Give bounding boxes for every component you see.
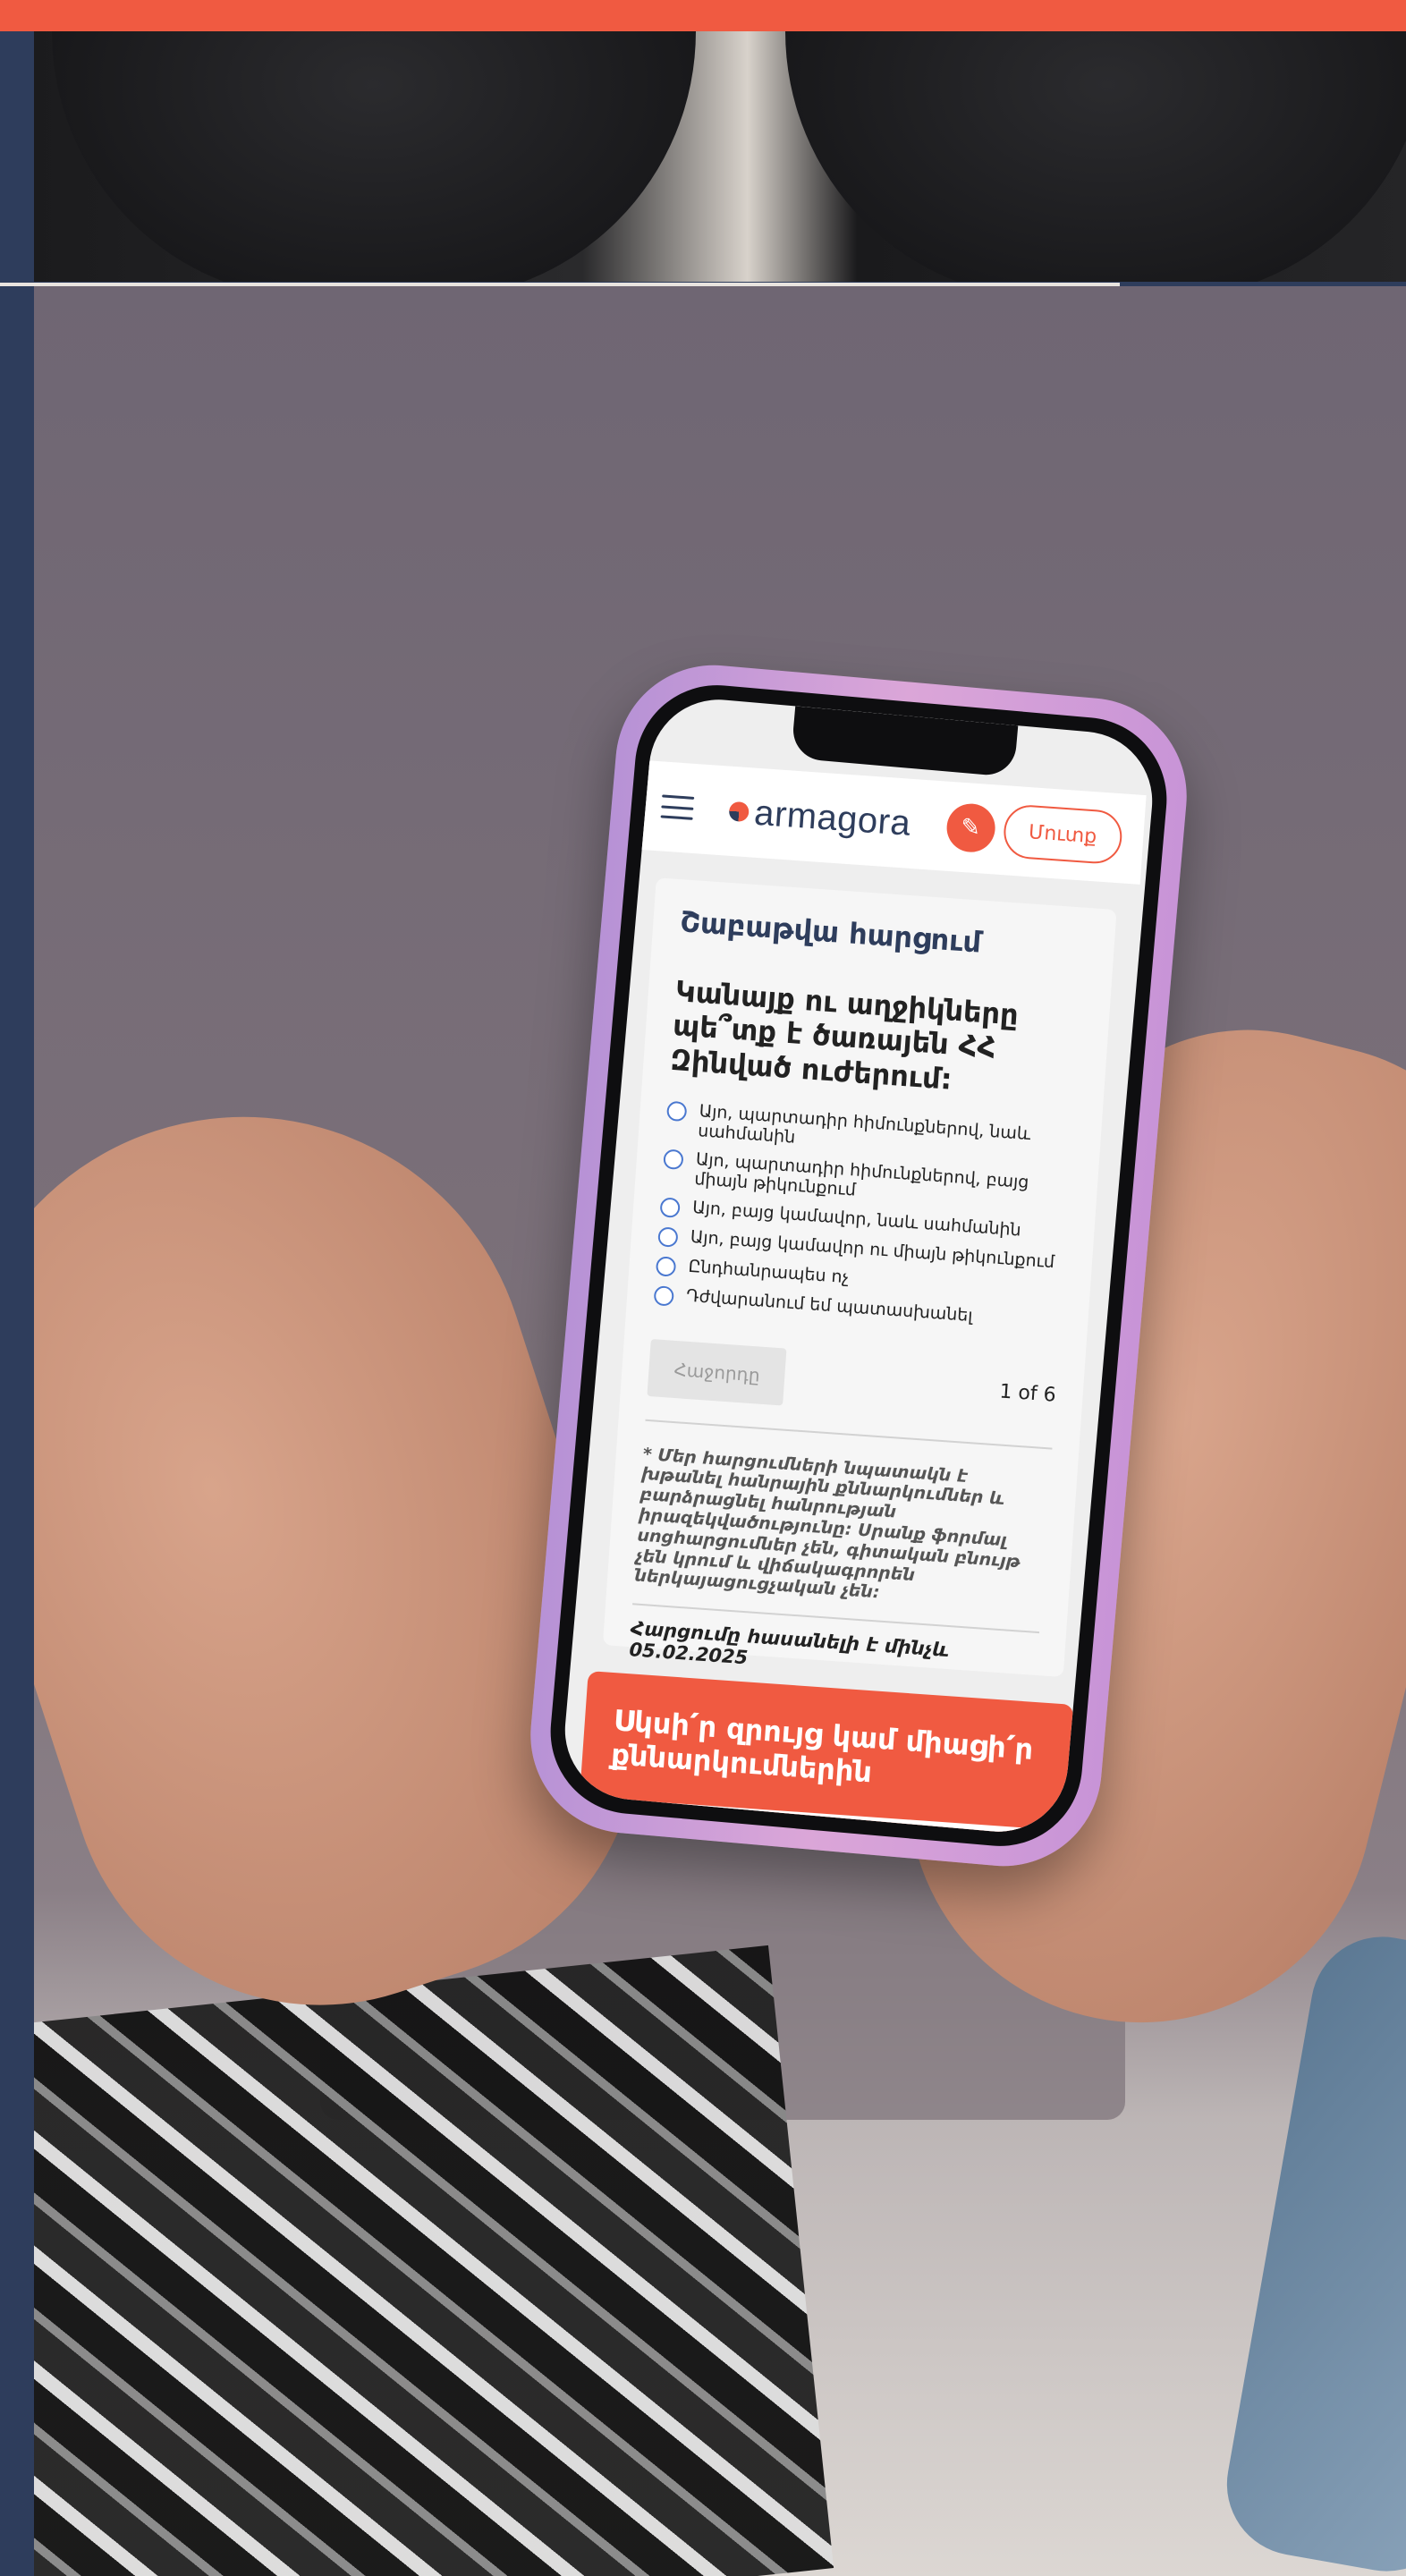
poll-card: Շաբաթվա հարցում Կանայք ու աղջիկները պե՞տ… [602, 877, 1117, 1678]
poll-options: Այո, պարտադիր հիմունքներով, նաև սահմանին… [653, 1100, 1075, 1334]
phone-case: armagora ✎ Մուտք Շաբաթվա հարցում Կանայք … [522, 657, 1195, 1875]
poll-nav: Հաջորդը 1 of 6 [647, 1338, 1057, 1425]
edit-pencil-icon: ✎ [960, 813, 982, 843]
edit-button[interactable]: ✎ [944, 801, 997, 854]
discussion-cta: Սկսի՛ր զրույց կամ միացի՛ր քննարկումներին [563, 1671, 1074, 1838]
poll-pager: 1 of 6 [998, 1380, 1057, 1407]
radio-button[interactable] [655, 1255, 677, 1277]
radio-button[interactable] [653, 1284, 675, 1307]
denim-sleeve [1215, 1925, 1406, 2576]
hamburger-menu-icon[interactable] [660, 794, 695, 820]
phone-bezel: armagora ✎ Մուտք Շաբաթվա հարցում Կանայք … [543, 678, 1174, 1853]
phone-screen: armagora ✎ Մուտք Շաբաթվա հարցում Կանայք … [559, 693, 1158, 1838]
next-button[interactable]: Հաջորդը [647, 1338, 787, 1406]
cta-input-wrapper [603, 1798, 1037, 1838]
knee-left [52, 31, 696, 282]
knee-right [785, 31, 1406, 282]
login-button[interactable]: Մուտք [1002, 803, 1124, 866]
site-logo[interactable]: armagora [728, 791, 912, 843]
poll-question: Կանայք ու աղջիկները պե՞տք է ծառայեն ՀՀ Զ… [669, 974, 1020, 1097]
photo-strip-knees [34, 31, 1406, 282]
radio-button[interactable] [657, 1225, 679, 1248]
cta-title: Սկսի՛ր զրույց կամ միացի՛ր քննարկումներին [610, 1703, 1035, 1790]
plaid-cloth [34, 1945, 834, 2576]
poll-option-label: Ընդհանրապես ոչ [687, 1256, 851, 1287]
divider [645, 1419, 1053, 1450]
app-header: armagora ✎ Մուտք [637, 759, 1147, 885]
poll-disclaimer: * Մեր հարցումների նպատակն է խթանել հանրա… [633, 1444, 1021, 1603]
radio-button[interactable] [659, 1196, 681, 1218]
radio-button[interactable] [663, 1148, 684, 1170]
poll-title: Շաբաթվա հարցում [679, 904, 983, 960]
logo-text: armagora [752, 792, 912, 843]
title-input[interactable] [618, 1813, 1021, 1838]
header-actions: ✎ Մուտք [944, 800, 1124, 866]
top-accent-bar [0, 0, 1406, 31]
radio-button[interactable] [665, 1100, 688, 1123]
logo-mark-icon [728, 801, 750, 823]
left-rail [0, 31, 34, 2576]
screen-content: armagora ✎ Մուտք Շաբաթվա հարցում Կանայք … [563, 698, 1151, 1838]
